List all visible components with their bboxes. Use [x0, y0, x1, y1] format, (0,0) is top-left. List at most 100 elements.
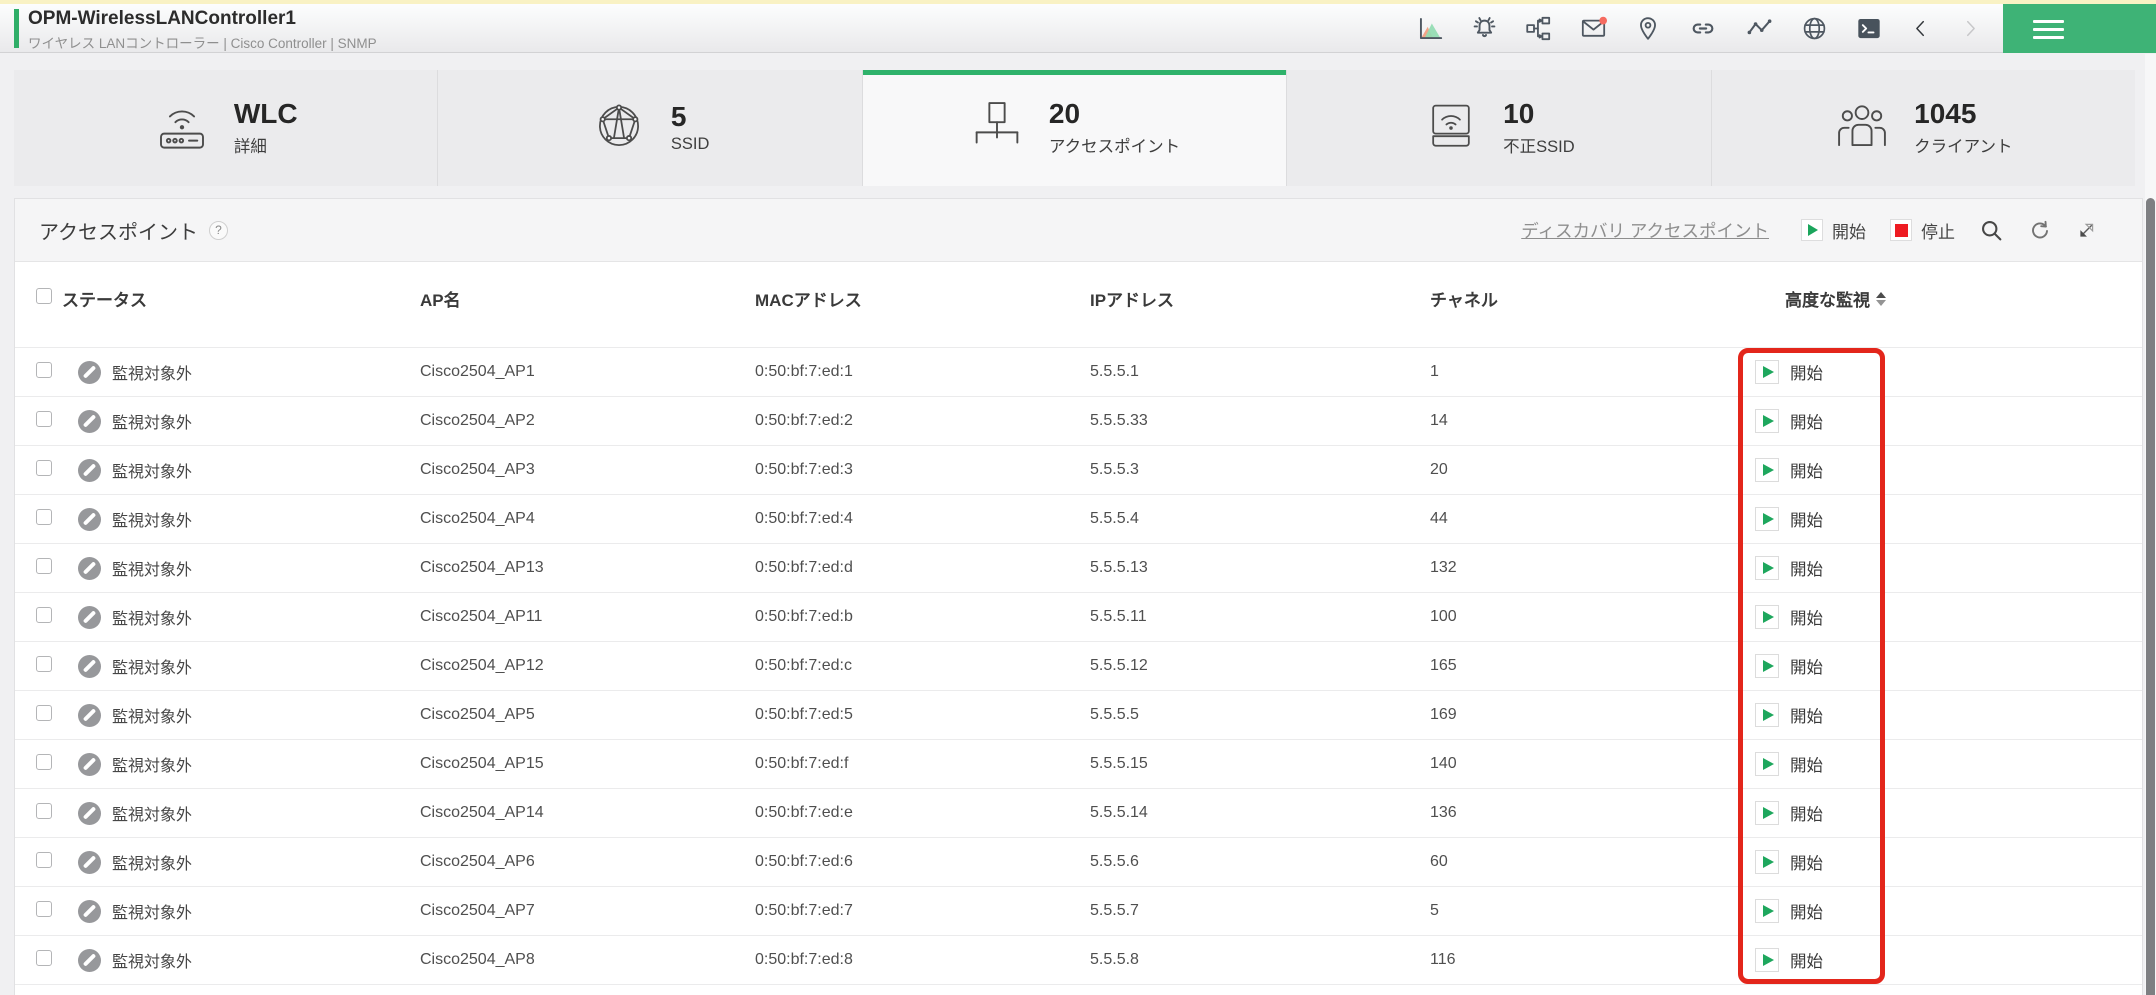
row-checkbox[interactable]	[36, 655, 52, 672]
row-checkbox[interactable]	[36, 851, 52, 868]
start-monitor-button[interactable]: 開始	[1801, 218, 1866, 243]
select-all-checkbox[interactable]	[36, 288, 52, 304]
tab-ssid[interactable]: 5 SSID	[438, 70, 863, 186]
row-start-button[interactable]: 開始	[1750, 654, 2142, 678]
globe-icon[interactable]	[1801, 15, 1828, 42]
status-cell: 監視対象外	[62, 801, 420, 825]
status-cell: 監視対象外	[62, 752, 420, 776]
row-start-button[interactable]: 開始	[1750, 409, 2142, 433]
row-start-label: 開始	[1790, 365, 1823, 383]
unmanaged-status-icon	[78, 850, 101, 874]
row-start-button[interactable]: 開始	[1750, 458, 2142, 482]
play-icon	[1755, 948, 1779, 972]
row-checkbox[interactable]	[36, 704, 52, 721]
row-start-button[interactable]: 開始	[1750, 507, 2142, 531]
search-icon[interactable]	[1979, 218, 2004, 243]
unmanaged-status-icon	[78, 752, 101, 776]
hamburger-menu-button[interactable]	[2003, 4, 2156, 53]
col-status: ステータス	[62, 291, 147, 310]
col-advanced-monitoring-sort[interactable]: 高度な監視	[1750, 286, 2142, 311]
row-start-button[interactable]: 開始	[1750, 360, 2142, 384]
help-icon[interactable]: ?	[209, 220, 228, 240]
col-advanced-monitoring-label: 高度な監視	[1785, 291, 1870, 310]
channel-cell: 14	[1430, 412, 1448, 429]
workflow-icon[interactable]	[1525, 15, 1552, 42]
header-icon-row	[1417, 4, 1981, 52]
col-ap-name: AP名	[420, 291, 461, 310]
scrollbar-thumb[interactable]	[2146, 198, 2155, 995]
hamburger-bar	[2033, 20, 2064, 23]
row-checkbox[interactable]	[36, 361, 52, 378]
row-start-button[interactable]: 開始	[1750, 752, 2142, 776]
row-checkbox[interactable]	[36, 900, 52, 917]
status-cell: 監視対象外	[62, 899, 420, 923]
row-checkbox[interactable]	[36, 753, 52, 770]
device-title: OPM-WirelessLANController1	[28, 8, 296, 29]
stop-monitor-button[interactable]: 停止	[1890, 218, 1955, 243]
row-start-button[interactable]: 開始	[1750, 948, 2142, 972]
play-icon	[1755, 360, 1779, 384]
play-icon	[1755, 409, 1779, 433]
link-icon[interactable]	[1688, 15, 1718, 42]
ip-address-cell: 5.5.5.5	[1090, 706, 1139, 723]
row-start-button[interactable]: 開始	[1750, 850, 2142, 874]
status-label: 監視対象外	[112, 562, 193, 579]
channel-cell: 100	[1430, 608, 1457, 625]
unmanaged-status-icon	[78, 360, 101, 384]
tab-ssid-value: 5	[670, 100, 687, 132]
discovery-access-points-link[interactable]: ディスカバリ アクセスポイント	[1521, 218, 1769, 243]
row-checkbox[interactable]	[36, 802, 52, 819]
play-icon	[1755, 899, 1779, 923]
mail-icon[interactable]	[1579, 15, 1608, 42]
row-start-label: 開始	[1790, 512, 1823, 530]
channel-cell: 169	[1430, 706, 1457, 723]
row-start-button[interactable]: 開始	[1750, 703, 2142, 727]
tab-clients[interactable]: 1045 クライアント	[1712, 70, 2135, 186]
scrollbar-track[interactable]	[2145, 54, 2156, 995]
alarm-bell-icon[interactable]	[1471, 15, 1498, 42]
tab-access-points[interactable]: 20 アクセスポイント	[862, 70, 1288, 186]
tab-wlc-details[interactable]: WLC 詳細	[14, 70, 439, 186]
row-checkbox[interactable]	[36, 949, 52, 966]
status-cell: 監視対象外	[62, 409, 420, 433]
row-start-label: 開始	[1790, 806, 1823, 824]
app-header: OPM-WirelessLANController1 ワイヤレス LANコントロ…	[0, 0, 2156, 53]
row-checkbox[interactable]	[36, 410, 52, 427]
terminal-icon[interactable]	[1855, 15, 1883, 42]
row-start-button[interactable]: 開始	[1750, 605, 2142, 629]
status-label: 監視対象外	[112, 660, 193, 677]
row-checkbox[interactable]	[36, 606, 52, 623]
table-row: 監視対象外 Cisco2504_AP4 0:50:bf:7:ed:4 5.5.5…	[15, 495, 2142, 544]
play-icon	[1755, 654, 1779, 678]
row-checkbox[interactable]	[36, 557, 52, 574]
table-row: 監視対象外 Cisco2504_AP1 0:50:bf:7:ed:1 5.5.5…	[15, 348, 2142, 397]
mac-address-cell: 0:50:bf:7:ed:f	[755, 755, 849, 772]
status-label: 監視対象外	[112, 807, 193, 824]
table-row: 監視対象外 Cisco2504_AP5 0:50:bf:7:ed:5 5.5.5…	[15, 691, 2142, 740]
row-start-button[interactable]: 開始	[1750, 899, 2142, 923]
refresh-icon[interactable]	[2028, 218, 2052, 242]
table-row: 監視対象外 Cisco2504_AP7 0:50:bf:7:ed:7 5.5.5…	[15, 887, 2142, 936]
row-start-button[interactable]: 開始	[1750, 556, 2142, 580]
table-row: 監視対象外 Cisco2504_AP13 0:50:bf:7:ed:d 5.5.…	[15, 544, 2142, 593]
resize-diagonal-icon[interactable]	[2076, 220, 2097, 241]
ip-address-cell: 5.5.5.6	[1090, 853, 1139, 870]
chevron-right-icon[interactable]	[1959, 15, 1981, 42]
row-start-label: 開始	[1790, 904, 1823, 922]
chevron-left-icon[interactable]	[1910, 15, 1932, 42]
ip-address-cell: 5.5.5.7	[1090, 902, 1139, 919]
channel-cell: 20	[1430, 461, 1448, 478]
unmanaged-status-icon	[78, 458, 101, 482]
location-pin-icon[interactable]	[1635, 15, 1661, 42]
status-cell: 監視対象外	[62, 605, 420, 629]
status-cell: 監視対象外	[62, 948, 420, 972]
performance-chart-icon[interactable]	[1417, 15, 1444, 42]
row-checkbox[interactable]	[36, 459, 52, 476]
tab-rogue-ssid[interactable]: 10 不正SSID	[1287, 70, 1712, 186]
mac-address-cell: 0:50:bf:7:ed:4	[755, 510, 853, 527]
row-start-button[interactable]: 開始	[1750, 801, 2142, 825]
row-checkbox[interactable]	[36, 508, 52, 525]
hamburger-bar	[2033, 36, 2064, 39]
pulse-graph-icon[interactable]	[1745, 15, 1774, 42]
table-row: 監視対象外 Cisco2504_AP15 0:50:bf:7:ed:f 5.5.…	[15, 740, 2142, 789]
